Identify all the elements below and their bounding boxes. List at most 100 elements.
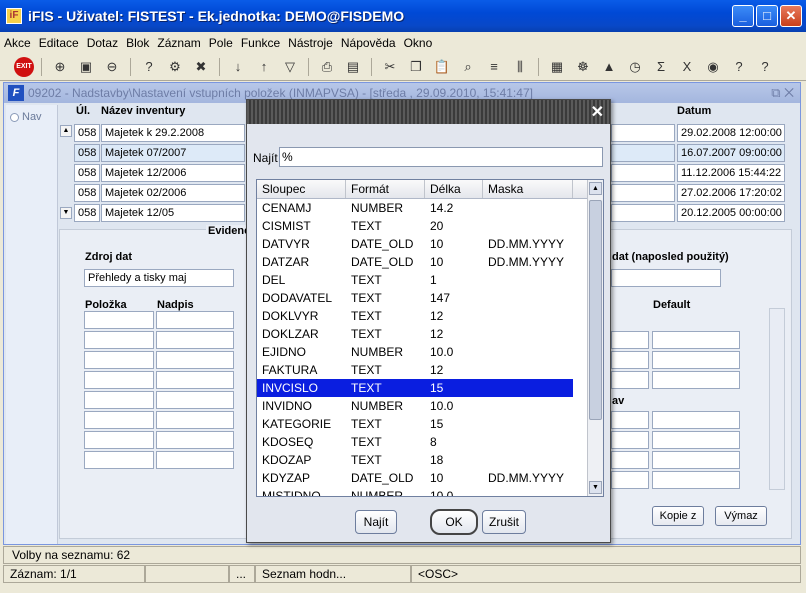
- cancel-query-icon[interactable]: ✖: [190, 56, 212, 78]
- polozka-field[interactable]: [84, 371, 154, 389]
- columns-icon[interactable]: ⫼: [509, 56, 531, 78]
- table-cell-datum[interactable]: 29.02.2008 12:00:00: [677, 124, 785, 142]
- calculator-icon[interactable]: ▦: [546, 56, 568, 78]
- kopie-button[interactable]: Kopie z: [652, 506, 704, 526]
- default-field[interactable]: [652, 471, 740, 489]
- clock-icon[interactable]: ◷: [624, 56, 646, 78]
- menu-pole[interactable]: Pole: [209, 35, 233, 51]
- delete-record-icon[interactable]: ⊖: [101, 56, 123, 78]
- table-cell-ul[interactable]: 058: [74, 124, 100, 142]
- table-cell-hidden[interactable]: [611, 144, 675, 162]
- close-icon[interactable]: ✕: [591, 102, 604, 122]
- right-small-field[interactable]: [611, 451, 649, 469]
- right-small-field[interactable]: [611, 471, 649, 489]
- globe-icon[interactable]: ◉: [702, 56, 724, 78]
- print-icon[interactable]: ⎙: [316, 56, 338, 78]
- lov-row[interactable]: DOKLVYR TEXT 12: [257, 307, 573, 325]
- close-button[interactable]: ✕: [780, 5, 802, 27]
- query-icon[interactable]: ?: [138, 56, 160, 78]
- sort-desc-icon[interactable]: ↑: [253, 56, 275, 78]
- default-field[interactable]: [652, 431, 740, 449]
- default-field[interactable]: [652, 411, 740, 429]
- triangle-icon[interactable]: ▲: [598, 56, 620, 78]
- nadpis-field[interactable]: [156, 371, 234, 389]
- lov-row[interactable]: INVCISLO TEXT 15: [257, 379, 573, 397]
- polozka-field[interactable]: [84, 391, 154, 409]
- lov-row[interactable]: DATVYR DATE_OLD 10 DD.MM.YYYY: [257, 235, 573, 253]
- scroll-down-icon[interactable]: ▼: [60, 207, 72, 219]
- lov-row[interactable]: KDYZAP DATE_OLD 10 DD.MM.YYYY: [257, 469, 573, 487]
- ok-button[interactable]: OK: [430, 509, 478, 535]
- polozka-field[interactable]: [84, 311, 154, 329]
- scroll-down-icon[interactable]: ▼: [589, 481, 602, 494]
- lov-row[interactable]: DOKLZAR TEXT 12: [257, 325, 573, 343]
- menu-okno[interactable]: Okno: [404, 35, 433, 51]
- lov-row[interactable]: KATEGORIE TEXT 15: [257, 415, 573, 433]
- table-cell-nazev[interactable]: Majetek 07/2007: [101, 144, 245, 162]
- cut-icon[interactable]: ✂: [379, 56, 401, 78]
- polozka-field[interactable]: [84, 411, 154, 429]
- zdroj-field[interactable]: Přehledy a tisky maj: [84, 269, 234, 287]
- lov-scrollbar[interactable]: ▲ ▼: [587, 180, 603, 496]
- table-cell-hidden[interactable]: [611, 164, 675, 182]
- lov-row[interactable]: DODAVATEL TEXT 147: [257, 289, 573, 307]
- nadpis-field[interactable]: [156, 391, 234, 409]
- right-small-field[interactable]: [611, 431, 649, 449]
- nadpis-field[interactable]: [156, 411, 234, 429]
- help-topic-icon[interactable]: ?: [728, 56, 750, 78]
- table-cell-datum[interactable]: 20.12.2005 00:00:00: [677, 204, 785, 222]
- lov-row[interactable]: FAKTURA TEXT 12: [257, 361, 573, 379]
- menu-funkce[interactable]: Funkce: [241, 35, 280, 51]
- polozka-field[interactable]: [84, 351, 154, 369]
- menu-zaznam[interactable]: Záznam: [157, 35, 200, 51]
- restore-close-icon[interactable]: ⧉ ✕: [771, 85, 794, 101]
- table-cell-hidden[interactable]: [611, 124, 675, 142]
- table-cell-hidden[interactable]: [611, 184, 675, 202]
- maximize-button[interactable]: □: [756, 5, 778, 27]
- right-small-field[interactable]: [611, 371, 649, 389]
- paste-icon[interactable]: 📋: [431, 56, 453, 78]
- nadpis-field[interactable]: [156, 311, 234, 329]
- nadpis-field[interactable]: [156, 351, 234, 369]
- lov-row[interactable]: MISTIDNO NUMBER 10.0: [257, 487, 573, 496]
- zoom-icon[interactable]: ⌕: [457, 56, 479, 78]
- find-input[interactable]: %: [279, 147, 603, 167]
- scroll-thumb[interactable]: [589, 200, 602, 420]
- table-cell-datum[interactable]: 11.12.2006 15:44:22: [677, 164, 785, 182]
- nadpis-field[interactable]: [156, 331, 234, 349]
- settings-icon[interactable]: ☸: [572, 56, 594, 78]
- list-icon[interactable]: ≡: [483, 56, 505, 78]
- save-icon[interactable]: ▣: [75, 56, 97, 78]
- menu-editace[interactable]: Editace: [39, 35, 79, 51]
- lov-row[interactable]: CISMIST TEXT 20: [257, 217, 573, 235]
- menu-napoveda[interactable]: Nápověda: [341, 35, 396, 51]
- minimize-button[interactable]: _: [732, 5, 754, 27]
- default-field[interactable]: [652, 351, 740, 369]
- right-field[interactable]: [611, 269, 721, 287]
- sort-asc-icon[interactable]: ↓: [227, 56, 249, 78]
- cancel-button[interactable]: Zrušit: [482, 510, 526, 534]
- default-field[interactable]: [652, 331, 740, 349]
- menu-nastroje[interactable]: Nástroje: [288, 35, 333, 51]
- lov-column-header[interactable]: Délka: [425, 180, 483, 198]
- sum-icon[interactable]: Σ: [650, 56, 672, 78]
- lov-column-header[interactable]: Maska: [483, 180, 573, 198]
- lov-row[interactable]: KDOSEQ TEXT 8: [257, 433, 573, 451]
- menu-blok[interactable]: Blok: [126, 35, 149, 51]
- lov-row[interactable]: DEL TEXT 1: [257, 271, 573, 289]
- insert-record-icon[interactable]: ⊕: [49, 56, 71, 78]
- menu-dotaz[interactable]: Dotaz: [87, 35, 118, 51]
- nadpis-field[interactable]: [156, 431, 234, 449]
- nadpis-field[interactable]: [156, 451, 234, 469]
- table-cell-ul[interactable]: 058: [74, 144, 100, 162]
- lov-row[interactable]: INVIDNO NUMBER 10.0: [257, 397, 573, 415]
- table-cell-nazev[interactable]: Majetek 12/2006: [101, 164, 245, 182]
- table-cell-nazev[interactable]: Majetek 02/2006: [101, 184, 245, 202]
- right-small-field[interactable]: [611, 411, 649, 429]
- copy-icon[interactable]: ❐: [405, 56, 427, 78]
- polozka-field[interactable]: [84, 331, 154, 349]
- excel-icon[interactable]: X: [676, 56, 698, 78]
- exit-icon[interactable]: EXIT: [14, 56, 34, 77]
- table-cell-ul[interactable]: 058: [74, 204, 100, 222]
- help-icon[interactable]: ?: [754, 56, 776, 78]
